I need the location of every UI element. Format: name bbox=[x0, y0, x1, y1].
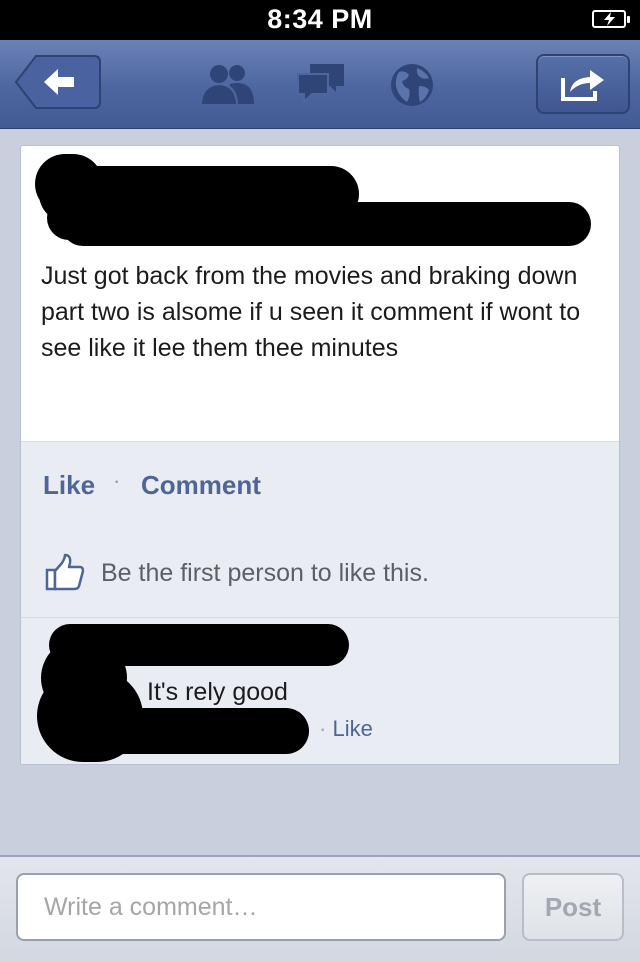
comment-composer: Post bbox=[0, 855, 640, 962]
comment-input[interactable] bbox=[16, 873, 506, 941]
nav-bar bbox=[0, 40, 640, 129]
like-summary-text: Be the first person to like this. bbox=[101, 559, 429, 587]
comment-link[interactable]: Comment bbox=[141, 470, 261, 501]
like-summary: Be the first person to like this. bbox=[21, 529, 619, 618]
post-text: Just got back from the movies and brakin… bbox=[41, 262, 581, 362]
status-time: 8:34 PM bbox=[267, 4, 373, 34]
share-icon bbox=[561, 70, 604, 101]
friends-icon[interactable] bbox=[200, 62, 256, 106]
battery-charging-icon bbox=[592, 10, 630, 28]
globe-icon[interactable] bbox=[389, 62, 435, 108]
comment-separator: · bbox=[319, 716, 327, 741]
post-card: Just got back from the movies and brakin… bbox=[20, 145, 620, 765]
share-button[interactable] bbox=[536, 54, 630, 114]
comment-text: It's rely good bbox=[147, 678, 288, 706]
thumbs-up-icon bbox=[45, 553, 85, 591]
post-actions: Like · Comment bbox=[21, 441, 619, 530]
like-link[interactable]: Like bbox=[43, 470, 95, 501]
comment-meta: · Like bbox=[319, 716, 373, 742]
post-button[interactable]: Post bbox=[522, 873, 624, 941]
back-button[interactable] bbox=[14, 54, 102, 110]
comment-like-link[interactable]: Like bbox=[332, 716, 372, 741]
back-arrow-icon bbox=[14, 55, 101, 109]
comment: It's rely good · Like bbox=[21, 618, 619, 764]
status-bar: 8:34 PM bbox=[0, 0, 640, 40]
messages-icon[interactable] bbox=[296, 62, 346, 106]
action-separator: · bbox=[113, 468, 121, 493]
